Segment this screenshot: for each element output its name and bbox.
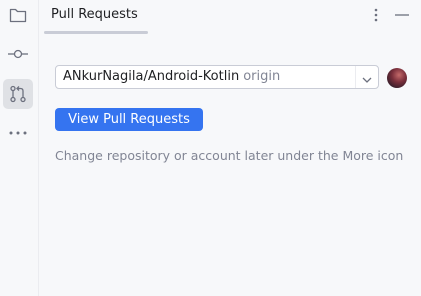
more-horizontal-icon [9, 131, 27, 135]
repository-selector[interactable]: ANkurNagila/Android-Kotlin origin [55, 65, 379, 89]
pull-request-icon [9, 85, 27, 103]
view-pull-requests-button[interactable]: View Pull Requests [55, 108, 203, 131]
combo-separator [355, 66, 356, 88]
repository-name: ANkurNagila/Android-Kotlin [63, 69, 240, 84]
more-vertical-icon [374, 8, 378, 22]
chevron-down-icon[interactable] [361, 71, 373, 83]
options-button[interactable] [366, 5, 386, 25]
activity-bar [0, 0, 39, 296]
minimize-icon [395, 14, 409, 16]
hint-text: Change repository or account later under… [55, 148, 404, 163]
pull-requests-tool-window: Pull Requests ANkurNagila/Android-Kotlin… [39, 0, 421, 296]
active-tab-indicator [44, 31, 148, 34]
tool-window-title[interactable]: Pull Requests [51, 7, 138, 22]
more-tools-button[interactable] [3, 118, 33, 148]
pull-requests-button[interactable] [3, 79, 33, 109]
tool-window-header: Pull Requests [39, 0, 421, 36]
hide-button[interactable] [392, 5, 412, 25]
commit-button[interactable] [3, 39, 33, 69]
account-avatar[interactable] [387, 68, 407, 88]
folder-icon [9, 7, 27, 23]
project-button[interactable] [3, 0, 33, 30]
remote-name: origin [243, 69, 281, 84]
commit-icon [8, 48, 28, 60]
